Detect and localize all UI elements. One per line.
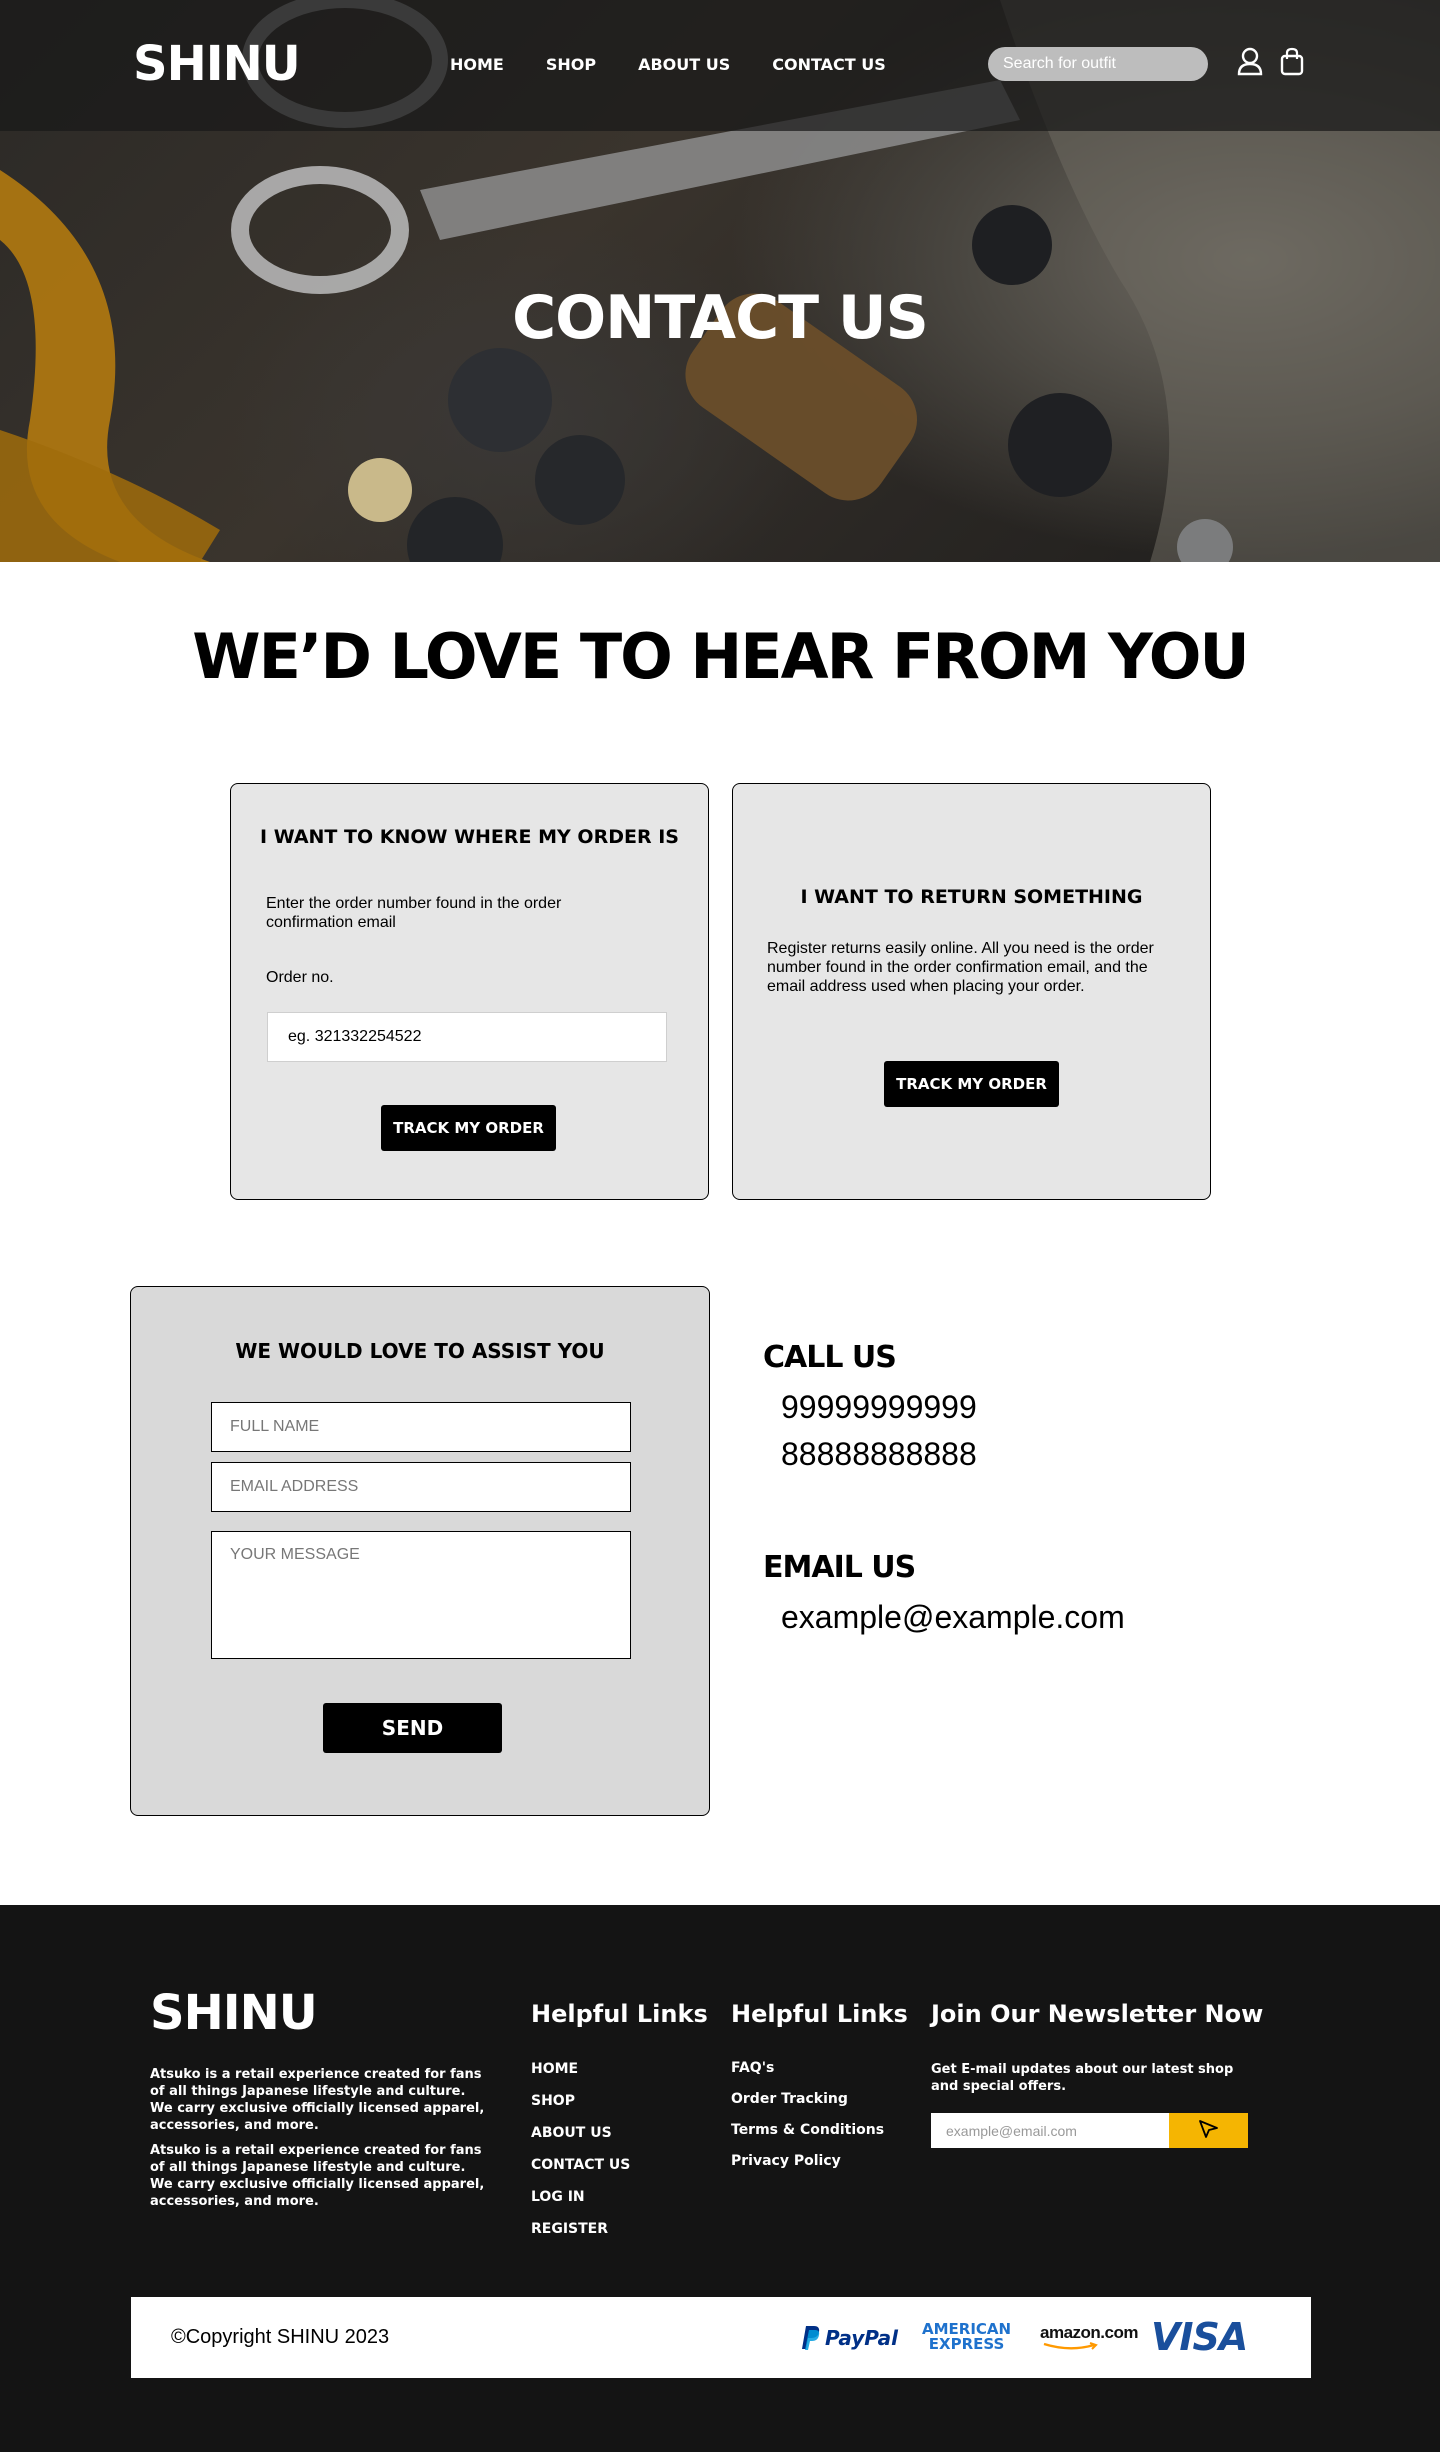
amex-logo: AMERICAN EXPRESS: [922, 2322, 1011, 2352]
main-nav: HOME SHOP ABOUT US CONTACT US: [450, 55, 886, 74]
assist-form-card: WE WOULD LOVE TO ASSIST YOU SEND: [130, 1286, 710, 1816]
footer-logo[interactable]: SHINU: [150, 1985, 318, 2041]
assist-card-title: WE WOULD LOVE TO ASSIST YOU: [235, 1339, 605, 1363]
footer-link-order-tracking[interactable]: Order Tracking: [731, 2091, 884, 2107]
phone-number[interactable]: 99999999999: [781, 1389, 977, 1426]
return-card-description: Register returns easily online. All you …: [767, 940, 1154, 995]
helpful-links-list-2: FAQ's Order Tracking Terms & Conditions …: [731, 2060, 884, 2169]
amazon-smile-icon: [1043, 2342, 1098, 2350]
search-input[interactable]: [988, 47, 1208, 81]
email-address-field[interactable]: [211, 1462, 631, 1512]
email-address[interactable]: example@example.com: [781, 1599, 1125, 1636]
helpful-links-list: HOME SHOP ABOUT US CONTACT US LOG IN REG…: [531, 2061, 630, 2237]
order-card-title: I WANT TO KNOW WHERE MY ORDER IS: [260, 826, 679, 848]
track-order-button[interactable]: TRACK MY ORDER: [381, 1105, 556, 1151]
return-card: I WANT TO RETURN SOMETHING Register retu…: [732, 783, 1211, 1200]
message-field[interactable]: [211, 1531, 631, 1659]
hero-banner: SHINU HOME SHOP ABOUT US CONTACT US CONT…: [0, 0, 1440, 562]
top-navbar: SHINU HOME SHOP ABOUT US CONTACT US: [0, 0, 1440, 131]
copyright-bar: ©Copyright SHINU 2023 PayPal AMERICAN EX…: [131, 2297, 1311, 2378]
return-track-order-button[interactable]: TRACK MY ORDER: [884, 1061, 1059, 1107]
full-name-field[interactable]: [211, 1402, 631, 1452]
newsletter-heading: Join Our Newsletter Now: [931, 2000, 1264, 2028]
site-logo[interactable]: SHINU: [133, 36, 301, 92]
order-number-input[interactable]: [267, 1012, 667, 1062]
shopping-bag-icon[interactable]: [1280, 47, 1304, 77]
paypal-wordmark: PayPal: [825, 2326, 899, 2350]
footer-link-register[interactable]: REGISTER: [531, 2221, 630, 2237]
footer-link-privacy[interactable]: Privacy Policy: [731, 2153, 884, 2169]
footer-link-shop[interactable]: SHOP: [531, 2093, 630, 2109]
hero-title: CONTACT US: [512, 283, 929, 353]
nav-home[interactable]: HOME: [450, 55, 504, 74]
footer-about-text: Atsuko is a retail experience created fo…: [150, 2143, 485, 2209]
order-tracking-card: I WANT TO KNOW WHERE MY ORDER IS Enter t…: [230, 783, 709, 1200]
footer-about-text: Atsuko is a retail experience created fo…: [150, 2067, 485, 2133]
footer-link-log-in[interactable]: LOG IN: [531, 2189, 630, 2205]
footer-link-home[interactable]: HOME: [531, 2061, 630, 2077]
visa-logo: VISA: [1151, 2315, 1248, 2359]
nav-about-us[interactable]: ABOUT US: [638, 55, 730, 74]
order-card-description: Enter the order number found in the orde…: [266, 895, 562, 931]
footer-link-faqs[interactable]: FAQ's: [731, 2060, 884, 2076]
page-heading: WE’D LOVE TO HEAR FROM YOU: [192, 620, 1250, 693]
newsletter-text: Get E-mail updates about our latest shop…: [931, 2062, 1234, 2094]
return-card-title: I WANT TO RETURN SOMETHING: [800, 886, 1143, 908]
amex-line-2: EXPRESS: [928, 2335, 1005, 2353]
nav-shop[interactable]: SHOP: [546, 55, 596, 74]
call-us-heading: CALL US: [763, 1340, 897, 1375]
amazon-wordmark: amazon.com: [1040, 2323, 1138, 2342]
site-footer: SHINU Atsuko is a retail experience crea…: [0, 1905, 1440, 2452]
nav-contact-us[interactable]: CONTACT US: [772, 55, 886, 74]
copyright-text: ©Copyright SHINU 2023: [171, 2326, 390, 2348]
send-button[interactable]: SEND: [323, 1703, 502, 1753]
newsletter-submit-button[interactable]: [1169, 2113, 1248, 2148]
order-number-label: Order no.: [266, 969, 334, 986]
helpful-links-heading-2: Helpful Links: [731, 2000, 908, 2028]
helpful-links-heading: Helpful Links: [531, 2000, 708, 2028]
footer-link-terms[interactable]: Terms & Conditions: [731, 2122, 884, 2138]
amazon-logo: amazon.com: [1040, 2323, 1138, 2350]
cursor-arrow-icon: [1198, 2120, 1218, 2138]
paypal-icon: [802, 2326, 820, 2350]
paypal-logo: PayPal: [801, 2325, 898, 2351]
footer-link-about-us[interactable]: ABOUT US: [531, 2125, 630, 2141]
phone-number[interactable]: 88888888888: [781, 1436, 977, 1473]
email-us-heading: EMAIL US: [763, 1550, 916, 1585]
newsletter-email-input[interactable]: [931, 2113, 1169, 2148]
footer-link-contact-us[interactable]: CONTACT US: [531, 2157, 630, 2173]
user-icon[interactable]: [1236, 47, 1264, 77]
